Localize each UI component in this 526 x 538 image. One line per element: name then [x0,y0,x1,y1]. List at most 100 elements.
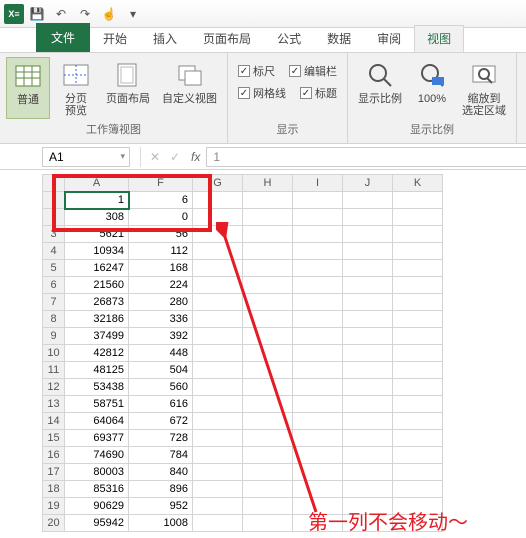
cell[interactable]: 784 [129,447,193,464]
cell[interactable] [393,379,443,396]
cell[interactable] [393,396,443,413]
row-header[interactable]: 13 [43,396,65,413]
cell[interactable] [243,515,293,532]
cell[interactable] [243,294,293,311]
headings-checkbox[interactable]: ✓标题 [300,85,337,101]
cell[interactable]: 16247 [65,260,129,277]
row-header[interactable]: 17 [43,464,65,481]
row-header[interactable]: 5 [43,260,65,277]
save-button[interactable]: 💾 [26,3,48,25]
cell[interactable] [293,328,343,345]
cell[interactable] [293,277,343,294]
cell[interactable]: 56 [129,226,193,243]
cell[interactable] [343,260,393,277]
cell[interactable]: 95942 [65,515,129,532]
cell[interactable] [243,192,293,209]
cell[interactable] [193,277,243,294]
cell[interactable] [393,362,443,379]
cell[interactable] [293,464,343,481]
row-header[interactable] [43,209,65,226]
cell[interactable] [243,413,293,430]
gridlines-checkbox[interactable]: ✓网格线 [238,85,286,101]
col-header-i[interactable]: I [293,175,343,192]
cell[interactable]: 672 [129,413,193,430]
cell[interactable]: 42812 [65,345,129,362]
cell[interactable] [193,243,243,260]
undo-button[interactable]: ↶ [50,3,72,25]
cell[interactable] [393,430,443,447]
cell[interactable]: 112 [129,243,193,260]
name-box[interactable]: A1 [42,147,130,167]
cell[interactable] [393,328,443,345]
cell[interactable] [293,515,343,532]
col-header-a[interactable]: A [65,175,129,192]
cell[interactable] [193,379,243,396]
col-header-g[interactable]: G [193,175,243,192]
cell[interactable] [193,396,243,413]
cell[interactable]: 32186 [65,311,129,328]
cell[interactable]: 64064 [65,413,129,430]
cell[interactable] [343,413,393,430]
row-header[interactable]: 19 [43,498,65,515]
formula-input[interactable]: 1 [206,147,526,167]
cell[interactable] [293,430,343,447]
cell[interactable] [393,447,443,464]
row-header[interactable]: 11 [43,362,65,379]
grid[interactable]: A F G H I J K 16308035621564109341125162… [42,174,443,532]
cell[interactable] [393,345,443,362]
zoom-selection-button[interactable]: 缩放到 选定区域 [458,57,510,119]
cell[interactable]: 224 [129,277,193,294]
cell[interactable] [293,413,343,430]
cell[interactable] [293,379,343,396]
cell[interactable] [193,430,243,447]
cell[interactable] [343,243,393,260]
cell[interactable] [393,294,443,311]
select-all[interactable] [43,175,65,192]
cell[interactable] [193,362,243,379]
cell[interactable] [193,260,243,277]
cell[interactable] [343,226,393,243]
col-header-f[interactable]: F [129,175,193,192]
cell[interactable] [193,413,243,430]
cell[interactable] [193,464,243,481]
cell[interactable] [293,192,343,209]
cell[interactable] [193,345,243,362]
cell[interactable]: 53438 [65,379,129,396]
row-header[interactable]: 16 [43,447,65,464]
cell[interactable] [293,362,343,379]
cell[interactable] [293,396,343,413]
cell[interactable]: 560 [129,379,193,396]
row-header[interactable]: 20 [43,515,65,532]
cell[interactable] [293,209,343,226]
cell[interactable] [243,379,293,396]
cell[interactable] [393,413,443,430]
cell[interactable] [193,311,243,328]
cell[interactable] [193,498,243,515]
cell[interactable] [343,277,393,294]
cell[interactable] [343,362,393,379]
cell[interactable]: 0 [129,209,193,226]
cell[interactable] [393,260,443,277]
tab-formulas[interactable]: 公式 [264,25,314,52]
cell[interactable] [293,447,343,464]
customview-button[interactable]: 自定义视图 [158,57,221,119]
cell[interactable] [243,430,293,447]
zoom100-button[interactable]: 100% [410,57,454,119]
cell[interactable]: 90629 [65,498,129,515]
cell[interactable]: 21560 [65,277,129,294]
cell[interactable] [243,260,293,277]
row-header[interactable]: 14 [43,413,65,430]
row-header[interactable]: 9 [43,328,65,345]
cell[interactable]: 26873 [65,294,129,311]
cell[interactable] [293,498,343,515]
cell[interactable]: 10934 [65,243,129,260]
cell[interactable]: 336 [129,311,193,328]
cell[interactable] [393,515,443,532]
cell[interactable] [343,209,393,226]
cell[interactable]: 1008 [129,515,193,532]
cell[interactable]: 48125 [65,362,129,379]
row-header[interactable]: 6 [43,277,65,294]
cell[interactable] [393,464,443,481]
cell[interactable] [343,498,393,515]
cell[interactable] [343,464,393,481]
